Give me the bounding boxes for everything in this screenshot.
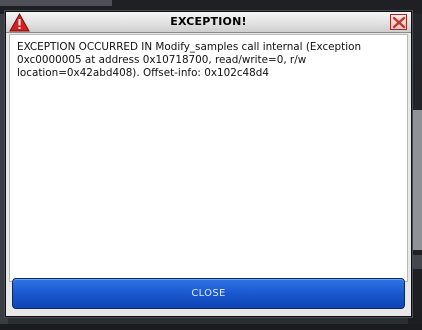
close-button[interactable]: CLOSE [12,278,405,309]
exception-dialog: EXCEPTION! EXCEPTION OCCURRED IN Modify_… [5,11,412,317]
close-icon-button[interactable] [390,14,407,30]
message-area: EXCEPTION OCCURRED IN Modify_samples cal… [9,34,408,282]
background-app-tab [0,0,112,6]
dialog-titlebar[interactable]: EXCEPTION! [6,12,411,33]
close-button-label: CLOSE [191,288,226,299]
background-app-bottom-edge [0,324,422,330]
close-icon [392,16,406,29]
exception-message: EXCEPTION OCCURRED IN Modify_samples cal… [17,41,362,79]
dialog-title: EXCEPTION! [170,15,247,28]
